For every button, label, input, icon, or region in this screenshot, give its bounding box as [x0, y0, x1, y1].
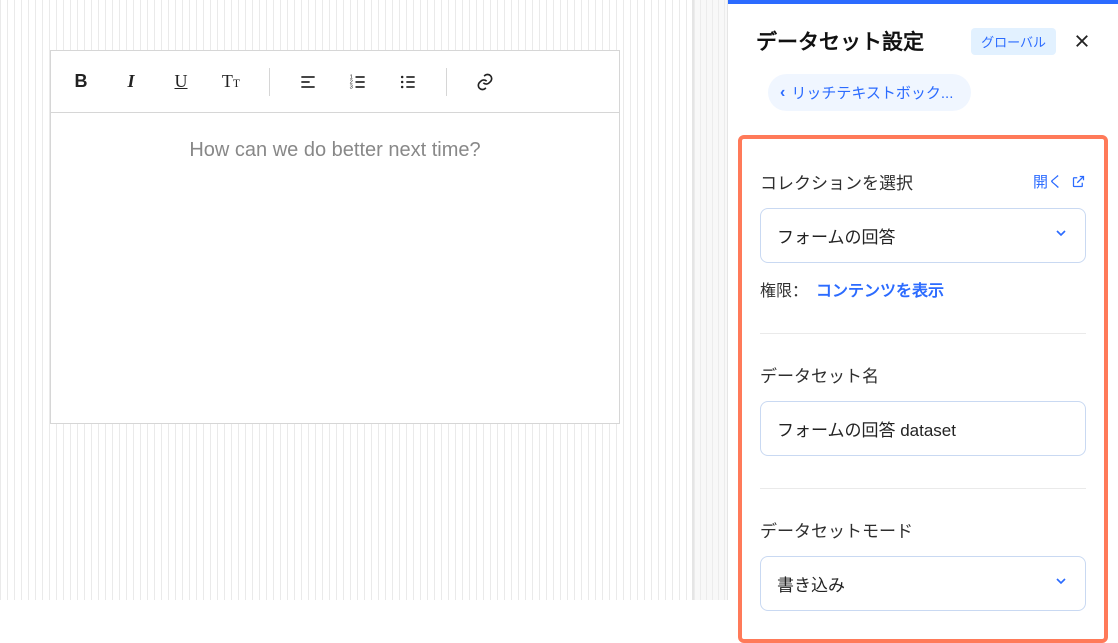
open-collection-link[interactable]: 開く [1033, 171, 1086, 192]
svg-text:3: 3 [350, 84, 353, 90]
bold-button[interactable]: B [69, 70, 93, 94]
permission-link[interactable]: コンテンツを表示 [816, 277, 944, 301]
dataset-mode-value: 書き込み [777, 571, 845, 596]
toolbar-divider [269, 68, 270, 96]
toolbar-group-link [473, 70, 497, 94]
chevron-left-icon: ‹ [780, 84, 785, 102]
panel-header: データセット設定 グローバル [728, 4, 1118, 74]
italic-button[interactable]: I [119, 70, 143, 94]
external-link-icon [1071, 174, 1086, 189]
editor-body[interactable]: How can we do better next time? [51, 113, 619, 423]
breadcrumb-back[interactable]: ‹ リッチテキストボック... [768, 74, 971, 111]
chevron-down-icon [1053, 573, 1069, 594]
dataset-settings-panel: データセット設定 グローバル ‹ リッチテキストボック... コレクションを選択… [728, 0, 1118, 600]
canvas-gutter [693, 0, 728, 600]
text-size-button[interactable]: TT [219, 70, 243, 94]
collection-select[interactable]: フォームの回答 [760, 208, 1086, 263]
dataset-name-label: データセット名 [760, 362, 1086, 387]
permission-label: 権限： [760, 277, 808, 301]
collection-section-header: コレクションを選択 開く [760, 169, 1086, 194]
collection-section: コレクションを選択 開く フォームの回答 権限： コンテンツを表示 [760, 169, 1086, 301]
align-left-button[interactable] [296, 70, 320, 94]
dataset-name-section: データセット名 フォームの回答 dataset [760, 362, 1086, 456]
collection-label: コレクションを選択 [760, 169, 913, 194]
open-link-text: 開く [1033, 171, 1063, 192]
editor-toolbar: B I U TT 123 [51, 51, 619, 113]
highlighted-settings: コレクションを選択 開く フォームの回答 権限： コンテンツを表示 データセット… [738, 135, 1108, 643]
collection-select-value: フォームの回答 [777, 223, 896, 248]
toolbar-divider [446, 68, 447, 96]
ordered-list-button[interactable]: 123 [346, 70, 370, 94]
richtext-editor: B I U TT 123 [50, 50, 620, 424]
breadcrumb-label: リッチテキストボック... [791, 82, 953, 103]
dataset-name-value: フォームの回答 dataset [777, 416, 956, 441]
close-button[interactable] [1070, 29, 1094, 53]
scope-badge: グローバル [971, 28, 1056, 55]
section-divider [760, 333, 1086, 334]
dataset-mode-section: データセットモード 書き込み [760, 517, 1086, 611]
panel-title: データセット設定 [756, 26, 961, 56]
dataset-name-input[interactable]: フォームの回答 dataset [760, 401, 1086, 456]
editor-canvas: B I U TT 123 [0, 0, 693, 600]
dataset-mode-select[interactable]: 書き込み [760, 556, 1086, 611]
unordered-list-button[interactable] [396, 70, 420, 94]
underline-button[interactable]: U [169, 70, 193, 94]
chevron-down-icon [1053, 225, 1069, 246]
toolbar-group-align: 123 [296, 70, 420, 94]
section-divider [760, 488, 1086, 489]
editor-placeholder: How can we do better next time? [91, 139, 579, 162]
toolbar-group-text: B I U TT [69, 70, 243, 94]
permission-row: 権限： コンテンツを表示 [760, 277, 1086, 301]
link-button[interactable] [473, 70, 497, 94]
dataset-mode-label: データセットモード [760, 517, 1086, 542]
